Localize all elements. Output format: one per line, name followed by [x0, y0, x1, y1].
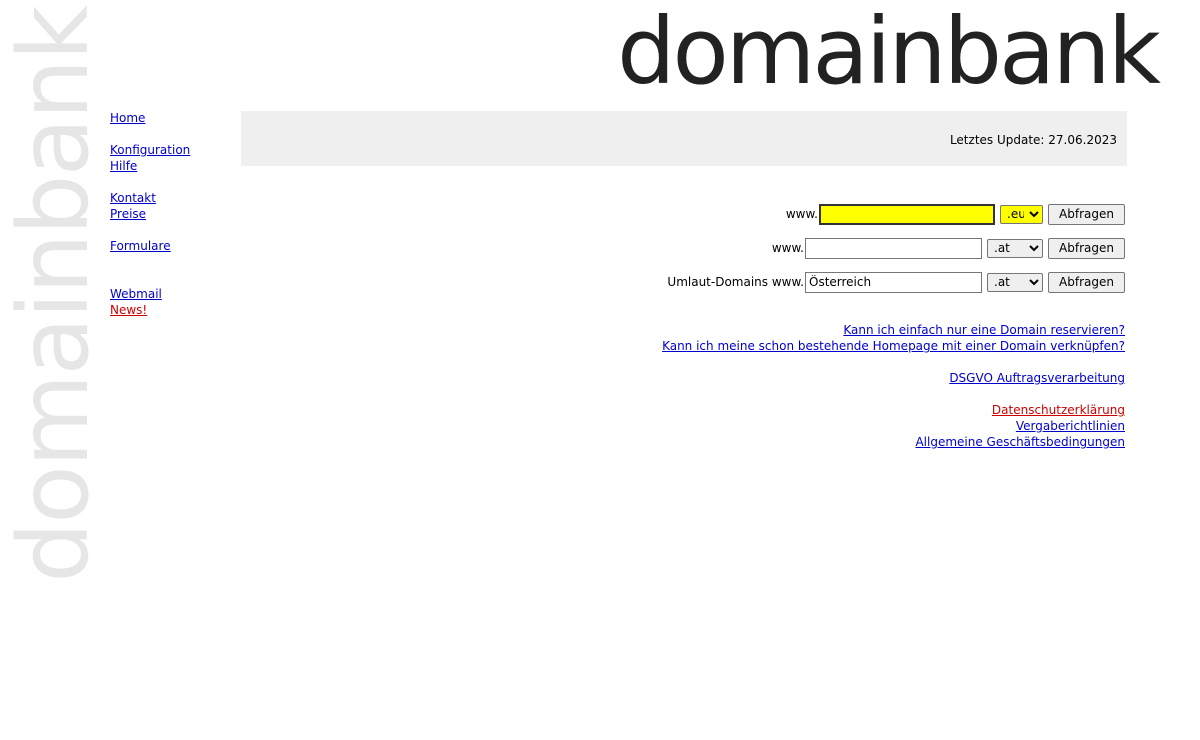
- umlaut-domains-label: Umlaut-Domains www.: [667, 275, 804, 289]
- www-prefix-label: www.: [785, 207, 818, 221]
- domain-search-row-eu: www. .eu Abfragen: [786, 203, 1125, 225]
- side-logo: domainbank: [0, 0, 110, 580]
- nav-link-kontakt[interactable]: Kontakt: [110, 190, 190, 206]
- brand-logo: domainbank: [617, 0, 1161, 105]
- tld-select-umlaut[interactable]: .at: [987, 272, 1043, 292]
- sidebar-nav: Home Konfiguration Hilfe Kontakt Preise …: [110, 110, 190, 318]
- link-connect-homepage[interactable]: Kann ich meine schon bestehende Homepage…: [662, 338, 1125, 354]
- tld-select-at[interactable]: .at: [987, 238, 1043, 258]
- query-button-at[interactable]: Abfragen: [1048, 237, 1125, 259]
- link-privacy-policy[interactable]: Datenschutzerklärung: [662, 402, 1125, 418]
- nav-link-hilfe[interactable]: Hilfe: [110, 158, 190, 174]
- link-reserve-domain[interactable]: Kann ich einfach nur eine Domain reservi…: [662, 322, 1125, 338]
- last-update-text: Letztes Update: 27.06.2023: [949, 133, 1117, 147]
- domain-input-eu[interactable]: [819, 203, 995, 225]
- side-logo-text: domainbank: [0, 7, 110, 580]
- www-prefix-label: www.: [771, 241, 804, 255]
- domain-input-at[interactable]: [805, 237, 982, 259]
- nav-link-konfiguration[interactable]: Konfiguration: [110, 142, 190, 158]
- query-button-eu[interactable]: Abfragen: [1048, 203, 1125, 225]
- umlaut-domain-input[interactable]: [805, 271, 982, 293]
- info-links: Kann ich einfach nur eine Domain reservi…: [662, 322, 1125, 450]
- tld-select-eu[interactable]: .eu: [1000, 204, 1043, 224]
- nav-link-webmail[interactable]: Webmail: [110, 286, 190, 302]
- nav-link-formulare[interactable]: Formulare: [110, 238, 190, 254]
- nav-link-home[interactable]: Home: [110, 110, 190, 126]
- domain-search-row-umlaut: Umlaut-Domains www. .at Abfragen: [667, 271, 1125, 293]
- nav-link-preise[interactable]: Preise: [110, 206, 190, 222]
- domain-search-row-at: www. .at Abfragen: [772, 237, 1125, 259]
- link-allocation-guidelines[interactable]: Vergaberichtlinien: [662, 418, 1125, 434]
- query-button-umlaut[interactable]: Abfragen: [1048, 271, 1125, 293]
- link-terms[interactable]: Allgemeine Geschäftsbedingungen: [662, 434, 1125, 450]
- nav-link-news[interactable]: News!: [110, 302, 190, 318]
- link-dsgvo[interactable]: DSGVO Auftragsverarbeitung: [662, 370, 1125, 386]
- update-bar: Letztes Update: 27.06.2023: [241, 111, 1127, 166]
